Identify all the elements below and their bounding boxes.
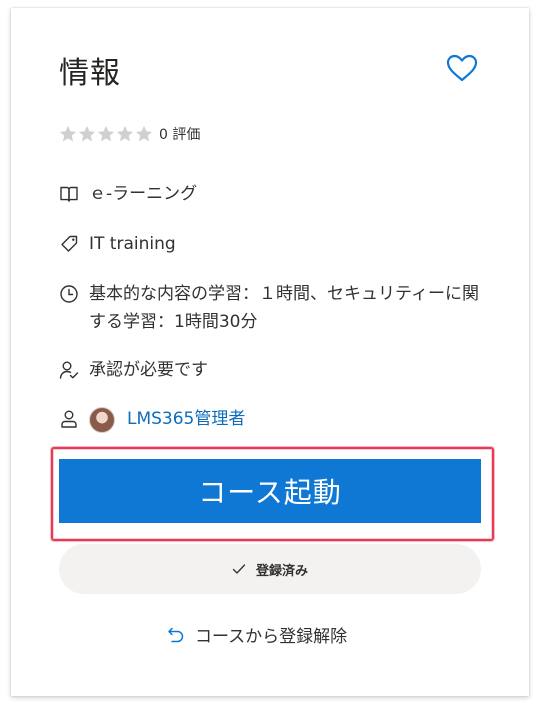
heart-outline-icon[interactable] bbox=[445, 53, 479, 83]
enrolled-button[interactable]: 登録済み bbox=[59, 544, 481, 594]
enrolled-label: 登録済み bbox=[255, 562, 308, 578]
category-row: IT training bbox=[59, 230, 489, 258]
star-icon bbox=[78, 125, 96, 142]
course-info-card: 情報 0 評価 ｅ-ラーニング IT training 基本的な内容の学習：１時… bbox=[11, 8, 529, 696]
panel-title: 情報 bbox=[59, 56, 121, 91]
duration-row: 基本的な内容の学習：１時間、セキュリティーに関する学習：1時間30分 bbox=[59, 280, 479, 336]
format-text: ｅ-ラーニング bbox=[89, 184, 198, 204]
checkmark-icon bbox=[232, 564, 246, 574]
owner-row: LMS365管理者 bbox=[59, 405, 245, 433]
duration-text: 基本的な内容の学習：１時間、セキュリティーに関する学習：1時間30分 bbox=[89, 284, 479, 332]
format-row: ｅ-ラーニング bbox=[59, 180, 489, 208]
category-text: IT training bbox=[89, 234, 176, 254]
clock-icon bbox=[60, 285, 78, 303]
approval-row: 承認が必要です bbox=[59, 356, 489, 384]
star-icon bbox=[97, 125, 115, 142]
tag-icon bbox=[61, 235, 78, 252]
star-icon bbox=[116, 125, 134, 142]
star-icon bbox=[59, 125, 77, 142]
owner-link[interactable]: LMS365管理者 bbox=[127, 405, 245, 433]
star-icon bbox=[135, 125, 153, 142]
book-icon bbox=[60, 186, 78, 202]
unenroll-link[interactable]: コースから登録解除 bbox=[167, 622, 347, 647]
approval-text: 承認が必要です bbox=[89, 360, 208, 380]
rating-row: 0 評価 bbox=[59, 124, 200, 144]
unenroll-label: コースから登録解除 bbox=[195, 627, 348, 647]
person-icon bbox=[61, 410, 77, 428]
undo-icon bbox=[168, 627, 184, 642]
rating-stars bbox=[59, 125, 153, 143]
rating-label: 0 評価 bbox=[159, 127, 201, 143]
person-check-icon bbox=[59, 361, 79, 379]
avatar bbox=[89, 407, 115, 433]
launch-course-button[interactable]: コース起動 bbox=[59, 459, 481, 523]
